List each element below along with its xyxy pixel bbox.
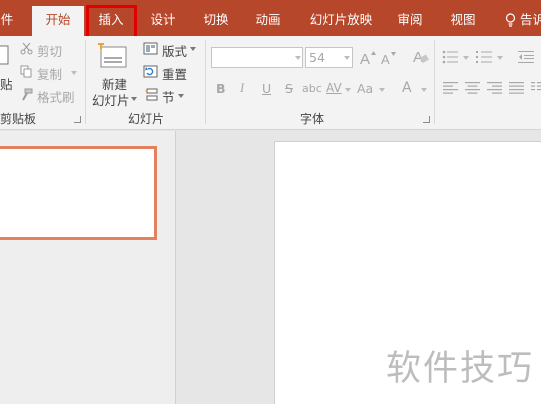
layout-icon[interactable] [143, 42, 158, 55]
change-case-button[interactable]: Aa [357, 81, 373, 96]
tab-view[interactable]: 视图 [446, 0, 480, 36]
align-left-icon[interactable] [443, 82, 458, 94]
watermark-text: 软件技巧 [386, 349, 535, 389]
ribbon-home: 贴 剪切 复制 格式刷 剪贴板 新建 幻灯片 版式 重置 节 幻灯片 54 A … [0, 36, 541, 130]
strikethrough-button[interactable]: S [285, 81, 293, 96]
character-spacing-dropdown-arrow[interactable] [345, 88, 351, 92]
copy-icon[interactable] [20, 65, 33, 78]
reset-icon[interactable] [143, 65, 158, 78]
italic-button[interactable]: I [240, 81, 244, 96]
font-size-dropdown-arrow[interactable] [344, 56, 350, 60]
tab-home[interactable]: 开始 [32, 6, 84, 36]
copy-button[interactable]: 复制 [37, 64, 62, 83]
svg-text:A: A [360, 51, 370, 65]
bold-button[interactable]: B [216, 81, 226, 96]
group-divider [205, 40, 206, 124]
new-slide-dropdown-arrow[interactable] [131, 97, 137, 101]
bullets-icon[interactable] [442, 50, 458, 64]
new-slide-label-line2[interactable]: 幻灯片 [92, 90, 130, 109]
slide-thumbnail[interactable] [0, 146, 157, 240]
tab-transitions[interactable]: 切换 [199, 0, 233, 36]
section-dropdown-arrow[interactable] [178, 94, 184, 98]
font-dialog-launcher[interactable] [423, 116, 430, 123]
clipboard-dialog-launcher[interactable] [74, 116, 81, 123]
numbering-dropdown-arrow[interactable] [497, 56, 503, 60]
font-name-input[interactable] [211, 47, 303, 68]
group-divider [85, 40, 86, 124]
font-size-value: 54 [309, 50, 325, 65]
paste-label[interactable]: 贴 [0, 74, 13, 93]
text-shadow-button[interactable]: abc [302, 82, 322, 95]
font-group-label: 字体 [300, 112, 325, 126]
tab-slideshow[interactable]: 幻灯片放映 [306, 0, 376, 36]
svg-text:A: A [381, 52, 390, 65]
numbering-icon[interactable] [476, 50, 492, 64]
section-button[interactable]: 节 [162, 87, 175, 106]
justify-icon[interactable] [509, 82, 524, 94]
clear-formatting-icon[interactable]: A [413, 48, 430, 66]
copy-dropdown-arrow[interactable] [71, 71, 77, 75]
clipboard-group-label: 剪贴板 [0, 112, 37, 126]
format-painter-button[interactable]: 格式刷 [37, 87, 75, 106]
ribbon-tab-bar: 件 开始 插入 设计 切换 动画 幻灯片放映 审阅 视图 告诉 [0, 0, 541, 36]
decrease-font-size-icon[interactable]: A [381, 51, 396, 65]
slide-thumbnail-pane[interactable] [0, 131, 176, 404]
new-slide-icon[interactable] [98, 43, 128, 69]
increase-font-size-icon[interactable]: A [360, 50, 376, 65]
decrease-indent-icon[interactable] [518, 50, 534, 64]
align-center-icon[interactable] [465, 82, 480, 94]
columns-icon[interactable] [531, 82, 541, 94]
tell-me-search[interactable]: 告诉 [520, 0, 541, 36]
slides-group-label: 幻灯片 [128, 112, 165, 126]
format-painter-icon[interactable] [20, 88, 33, 101]
lightbulb-icon[interactable] [505, 13, 516, 27]
font-color-dropdown-arrow[interactable] [421, 88, 427, 92]
section-icon[interactable] [145, 88, 158, 101]
font-name-value [212, 52, 215, 66]
tab-animations[interactable]: 动画 [251, 0, 285, 36]
tab-review[interactable]: 审阅 [393, 0, 427, 36]
underline-button[interactable]: U [262, 81, 271, 96]
font-name-dropdown-arrow[interactable] [295, 56, 301, 60]
cut-button[interactable]: 剪切 [37, 41, 62, 60]
reset-button[interactable]: 重置 [162, 64, 187, 83]
scissors-icon[interactable] [20, 42, 33, 55]
change-case-dropdown-arrow[interactable] [379, 88, 385, 92]
tab-design[interactable]: 设计 [146, 0, 180, 36]
align-right-icon[interactable] [487, 82, 502, 94]
character-spacing-button[interactable]: AV [326, 81, 342, 95]
group-divider [434, 40, 435, 124]
layout-button[interactable]: 版式 [162, 41, 187, 60]
font-color-button[interactable]: A [402, 80, 412, 96]
paste-icon[interactable] [0, 44, 10, 66]
layout-dropdown-arrow[interactable] [190, 47, 196, 51]
bullets-dropdown-arrow[interactable] [463, 56, 469, 60]
tab-file[interactable]: 件 [0, 0, 14, 36]
